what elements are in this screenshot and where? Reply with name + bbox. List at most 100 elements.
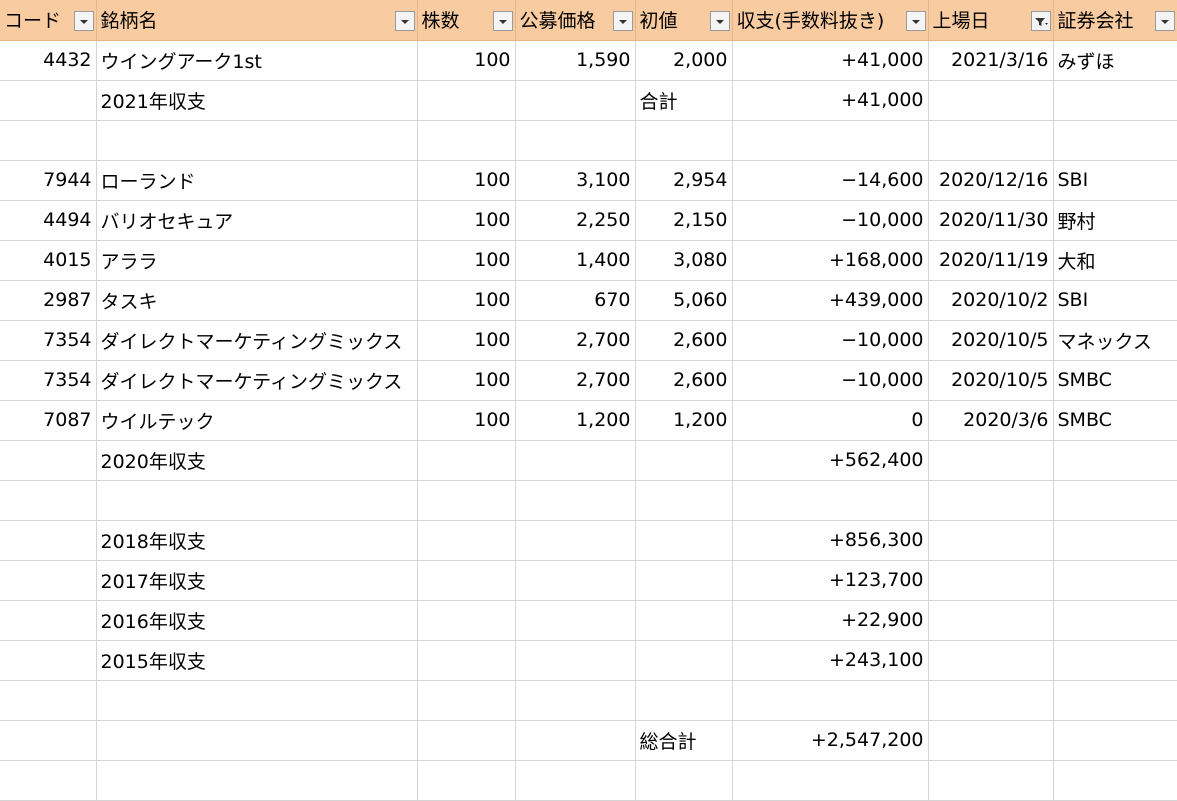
cell-stock-name[interactable]: タスキ (96, 280, 418, 321)
cell-profit[interactable]: −10,000 (732, 360, 929, 401)
cell-profit[interactable]: −14,600 (732, 160, 929, 201)
cell-first-price[interactable]: 合計 (635, 80, 733, 121)
cell-listing-date[interactable] (928, 120, 1054, 161)
cell-code[interactable] (0, 480, 97, 521)
cell-broker[interactable] (1053, 600, 1177, 641)
cell-ipo-price[interactable] (515, 600, 636, 641)
cell-code[interactable] (0, 80, 97, 121)
cell-code[interactable] (0, 760, 97, 801)
cell-listing-date[interactable]: 2020/10/2 (928, 280, 1054, 321)
cell-profit[interactable]: +41,000 (732, 80, 929, 121)
cell-broker[interactable]: SMBC (1053, 360, 1177, 401)
cell-code[interactable]: 4432 (0, 40, 97, 81)
cell-stock-name[interactable] (96, 680, 418, 721)
cell-first-price[interactable] (635, 760, 733, 801)
cell-shares[interactable]: 100 (417, 160, 516, 201)
cell-first-price[interactable]: 2,150 (635, 200, 733, 241)
cell-first-price[interactable] (635, 640, 733, 681)
cell-profit[interactable]: +168,000 (732, 240, 929, 281)
cell-stock-name[interactable]: 2016年収支 (96, 600, 418, 641)
cell-code[interactable] (0, 640, 97, 681)
cell-stock-name[interactable]: ローランド (96, 160, 418, 201)
cell-shares[interactable] (417, 680, 516, 721)
cell-listing-date[interactable] (928, 560, 1054, 601)
cell-profit[interactable]: +41,000 (732, 40, 929, 81)
cell-broker[interactable]: SMBC (1053, 400, 1177, 441)
cell-profit[interactable]: +562,400 (732, 440, 929, 481)
cell-ipo-price[interactable]: 670 (515, 280, 636, 321)
header-profit[interactable]: 収支(手数料抜き) (732, 0, 929, 41)
cell-ipo-price[interactable] (515, 560, 636, 601)
cell-broker[interactable] (1053, 680, 1177, 721)
cell-stock-name[interactable]: ダイレクトマーケティングミックス (96, 320, 418, 361)
cell-listing-date[interactable]: 2020/12/16 (928, 160, 1054, 201)
cell-code[interactable]: 2987 (0, 280, 97, 321)
cell-stock-name[interactable] (96, 120, 418, 161)
header-shares[interactable]: 株数 (417, 0, 516, 41)
cell-broker[interactable] (1053, 520, 1177, 561)
cell-broker[interactable]: みずほ (1053, 40, 1177, 81)
filter-dropdown-icon[interactable] (73, 11, 94, 31)
cell-first-price[interactable] (635, 440, 733, 481)
cell-stock-name[interactable] (96, 760, 418, 801)
cell-code[interactable] (0, 120, 97, 161)
cell-listing-date[interactable]: 2020/11/19 (928, 240, 1054, 281)
cell-shares[interactable]: 100 (417, 400, 516, 441)
cell-shares[interactable]: 100 (417, 320, 516, 361)
cell-code[interactable]: 7354 (0, 320, 97, 361)
cell-ipo-price[interactable] (515, 640, 636, 681)
cell-first-price[interactable]: 1,200 (635, 400, 733, 441)
cell-shares[interactable]: 100 (417, 200, 516, 241)
cell-broker[interactable] (1053, 440, 1177, 481)
cell-code[interactable]: 4015 (0, 240, 97, 281)
cell-first-price[interactable]: 総合計 (635, 720, 733, 761)
cell-code[interactable] (0, 600, 97, 641)
cell-stock-name[interactable]: ダイレクトマーケティングミックス (96, 360, 418, 401)
cell-listing-date[interactable]: 2020/10/5 (928, 360, 1054, 401)
header-listing-date[interactable]: 上場日 (928, 0, 1054, 41)
cell-shares[interactable] (417, 760, 516, 801)
filter-dropdown-icon[interactable] (1154, 11, 1175, 31)
cell-shares[interactable]: 100 (417, 240, 516, 281)
cell-stock-name[interactable]: 2017年収支 (96, 560, 418, 601)
filter-active-icon[interactable] (1030, 11, 1051, 31)
cell-ipo-price[interactable]: 1,590 (515, 40, 636, 81)
cell-ipo-price[interactable] (515, 760, 636, 801)
cell-profit[interactable] (732, 680, 929, 721)
cell-shares[interactable] (417, 600, 516, 641)
cell-ipo-price[interactable] (515, 720, 636, 761)
filter-dropdown-icon[interactable] (709, 11, 730, 31)
cell-shares[interactable] (417, 520, 516, 561)
cell-profit[interactable]: +22,900 (732, 600, 929, 641)
cell-shares[interactable] (417, 440, 516, 481)
cell-profit[interactable]: +2,547,200 (732, 720, 929, 761)
cell-code[interactable] (0, 680, 97, 721)
cell-shares[interactable] (417, 120, 516, 161)
cell-broker[interactable] (1053, 480, 1177, 521)
cell-code[interactable] (0, 560, 97, 601)
cell-profit[interactable]: +439,000 (732, 280, 929, 321)
cell-first-price[interactable]: 2,954 (635, 160, 733, 201)
cell-code[interactable]: 7354 (0, 360, 97, 401)
cell-ipo-price[interactable]: 1,400 (515, 240, 636, 281)
cell-listing-date[interactable] (928, 680, 1054, 721)
cell-listing-date[interactable] (928, 720, 1054, 761)
header-stock-name[interactable]: 銘柄名 (96, 0, 418, 41)
cell-code[interactable]: 7087 (0, 400, 97, 441)
cell-listing-date[interactable] (928, 520, 1054, 561)
cell-shares[interactable]: 100 (417, 360, 516, 401)
cell-broker[interactable]: SBI (1053, 280, 1177, 321)
cell-first-price[interactable]: 3,080 (635, 240, 733, 281)
cell-profit[interactable]: +123,700 (732, 560, 929, 601)
cell-broker[interactable] (1053, 720, 1177, 761)
cell-code[interactable] (0, 520, 97, 561)
cell-first-price[interactable]: 2,600 (635, 320, 733, 361)
header-first-price[interactable]: 初値 (635, 0, 733, 41)
cell-broker[interactable] (1053, 80, 1177, 121)
cell-shares[interactable] (417, 560, 516, 601)
cell-shares[interactable] (417, 80, 516, 121)
cell-stock-name[interactable]: 2015年収支 (96, 640, 418, 681)
filter-dropdown-icon[interactable] (612, 11, 633, 31)
cell-first-price[interactable] (635, 480, 733, 521)
cell-shares[interactable] (417, 480, 516, 521)
